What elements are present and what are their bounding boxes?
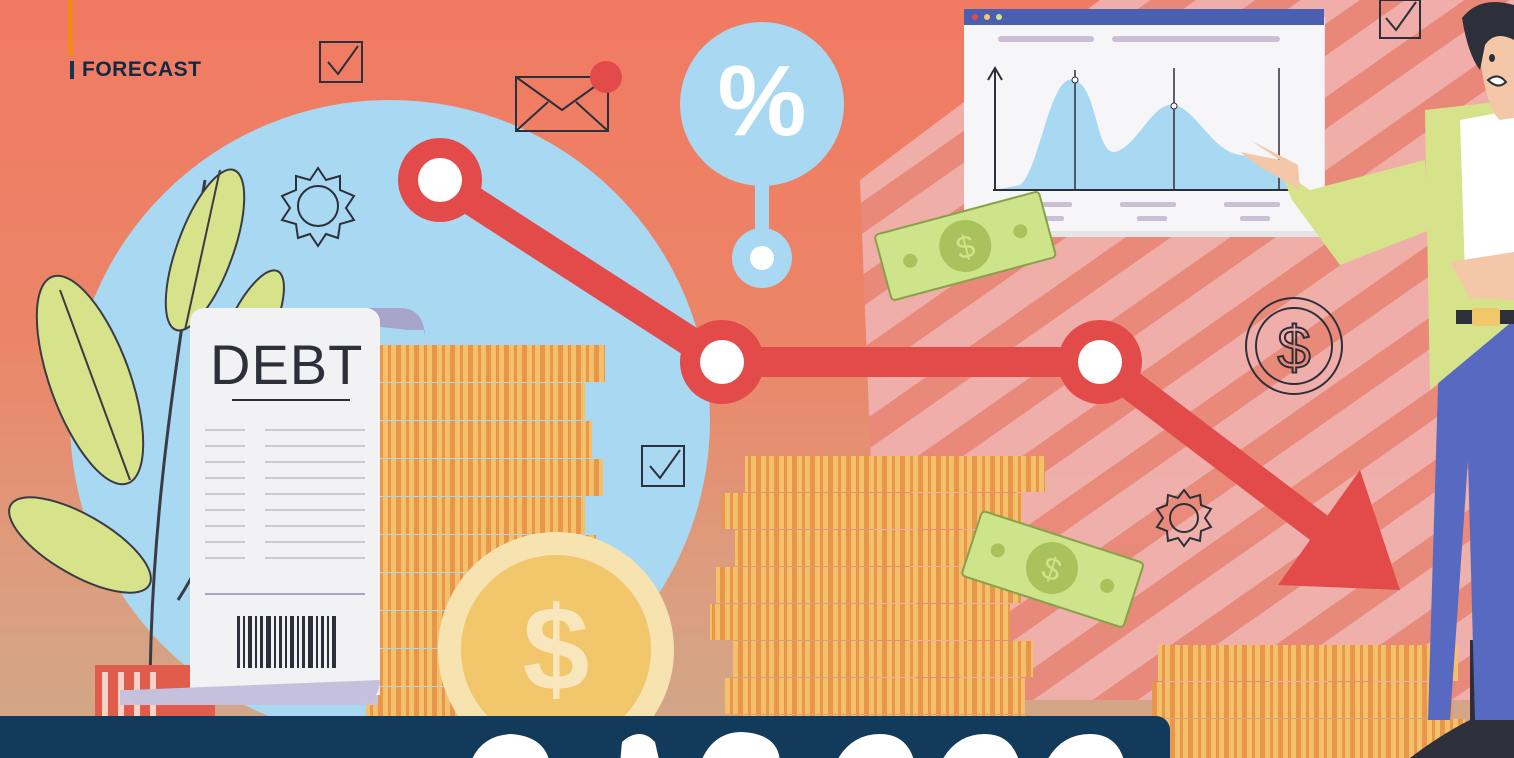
barcode-icon [237, 616, 336, 668]
headline-partial-glyphs [472, 732, 1124, 758]
accent-line [68, 0, 73, 56]
check-icon [319, 41, 363, 83]
svg-text:$: $ [523, 582, 590, 716]
section-kicker: FORECAST [70, 58, 202, 82]
percent-icon: % [680, 22, 844, 288]
envelope-icon [515, 61, 622, 132]
infographic-scene: $ % $ $ $ FORECAST DEBT [0, 0, 1514, 758]
svg-text:$: $ [1277, 314, 1310, 381]
svg-text:%: % [718, 45, 807, 157]
kicker-label: FORECAST [82, 58, 202, 81]
kicker-bar [70, 61, 74, 79]
receipt-title: DEBT [210, 333, 364, 396]
